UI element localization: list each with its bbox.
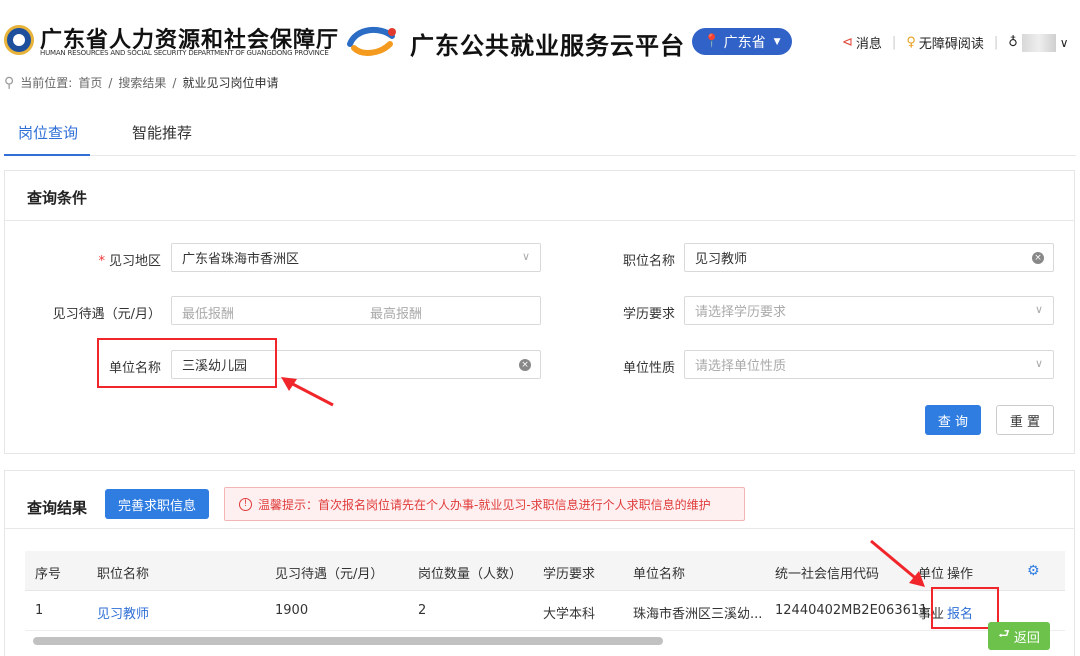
chevron-down-icon[interactable]: ∨ — [1060, 36, 1069, 50]
megaphone-icon: ⊲ — [842, 35, 853, 50]
platform-name: 广东公共就业服务云平台 — [410, 32, 685, 60]
panel-header: 查询结果 完善求职信息 ! 温馨提示：首次报名岗位请先在个人办事-就业见习-求职… — [5, 471, 1074, 529]
top-header: 广东省人力资源和社会保障厅 HUMAN RESOURCES AND SOCIAL… — [0, 0, 1080, 66]
cell-count: 2 — [418, 603, 427, 618]
info-icon: ! — [239, 497, 252, 511]
cell-position-link[interactable]: 见习教师 — [97, 603, 149, 622]
annotation-arrow — [281, 377, 334, 407]
gear-icon[interactable]: ⚙ — [1027, 563, 1040, 579]
tab-bar: 岗位查询 智能推荐 — [4, 112, 1076, 156]
accessibility-link[interactable]: 无障碍阅读 — [919, 33, 984, 52]
annotation-arrow — [870, 539, 925, 587]
column-header: 见习待遇（元/月） — [275, 567, 384, 582]
warning-tip: ! 温馨提示：首次报名岗位请先在个人办事-就业见习-求职信息进行个人求职信息的维… — [224, 487, 745, 521]
cell-index: 1 — [35, 603, 44, 618]
query-conditions-panel: 查询条件 * 见习地区 广东省珠海市香洲区 ∨ 职位名称 见习教师 × 见习待遇（… — [4, 170, 1075, 454]
breadcrumb-sep: / — [172, 75, 177, 90]
position-label: 职位名称 — [622, 254, 675, 269]
user-name-blurred[interactable] — [1021, 33, 1056, 52]
return-icon: ⮐ — [998, 627, 1010, 642]
column-header: 岗位数量（人数） — [418, 567, 523, 582]
cell-credit-code: 12440402MB2E063611 — [775, 603, 928, 618]
education-label: 学历要求 — [622, 307, 675, 322]
area-select[interactable]: 广东省珠海市香洲区 ∨ — [171, 243, 541, 272]
top-right-links: ⊲ 消息 | ♀ 无障碍阅读 | ♁ ∨ — [842, 33, 1069, 52]
clear-icon[interactable]: × — [519, 359, 531, 371]
column-header: 单位名称 — [633, 567, 686, 582]
column-header: 序号 — [35, 567, 62, 582]
breadcrumb-prefix: 当前位置: — [20, 76, 73, 90]
divider: | — [993, 35, 999, 50]
column-header: 学历要求 — [543, 567, 596, 582]
chevron-down-icon: ∨ — [1034, 303, 1043, 316]
chevron-down-icon: ∨ — [1034, 357, 1043, 370]
dept-name-en: HUMAN RESOURCES AND SOCIAL SECURITY DEPA… — [40, 49, 329, 57]
nature-placeholder: 请选择单位性质 — [695, 359, 787, 374]
tip-text: 温馨提示：首次报名岗位请先在个人办事-就业见习-求职信息进行个人求职信息的维护 — [258, 497, 711, 512]
salary-label: 见习待遇（元/月） — [52, 307, 161, 322]
column-header: 操作 — [947, 567, 974, 582]
panel-title: 查询结果 — [27, 499, 88, 517]
reset-button[interactable]: 重 置 — [996, 405, 1054, 435]
horizontal-scrollbar[interactable] — [33, 637, 663, 645]
annotation-highlight-box — [97, 338, 277, 388]
map-pin-icon: 📍 — [703, 34, 720, 49]
cloud-platform-logo[interactable] — [346, 24, 398, 58]
area-value: 广东省珠海市香洲区 — [182, 252, 300, 267]
user-icon[interactable]: ♁ — [1008, 35, 1018, 50]
clear-icon[interactable]: × — [1032, 252, 1044, 264]
caret-down-icon: ▼ — [773, 36, 781, 47]
column-header: 职位名称 — [97, 567, 150, 582]
chevron-down-icon: ∨ — [521, 250, 530, 263]
breadcrumb-item-home[interactable]: 首页 — [78, 74, 102, 91]
education-select[interactable]: 请选择学历要求 ∨ — [684, 296, 1054, 325]
nature-label: 单位性质 — [622, 361, 675, 376]
breadcrumb-item-current: 就业见习岗位申请 — [182, 76, 279, 90]
area-label: * 见习地区 — [98, 254, 161, 269]
query-results-panel: 查询结果 完善求职信息 ! 温馨提示：首次报名岗位请先在个人办事-就业见习-求职… — [4, 470, 1075, 656]
region-label: 广东省 — [723, 34, 766, 51]
breadcrumb-sep: / — [108, 75, 113, 90]
breadcrumb: ⚲ 当前位置: 首页 / 搜索结果 / 就业见习岗位申请 — [4, 74, 278, 91]
dept-emblem-icon — [4, 25, 34, 55]
cell-company: 珠海市香洲区三溪幼... — [633, 607, 763, 622]
active-tab-indicator — [4, 154, 90, 156]
column-header: 统一社会信用代码 — [775, 567, 880, 582]
complete-info-button[interactable]: 完善求职信息 — [105, 489, 209, 519]
salary-max-input[interactable]: 最高报酬 — [370, 303, 422, 322]
education-placeholder: 请选择学历要求 — [695, 305, 787, 320]
table-row: 1 见习教师 1900 2 大学本科 珠海市香洲区三溪幼... 12440402… — [25, 591, 1065, 631]
nature-select[interactable]: 请选择单位性质 ∨ — [684, 350, 1054, 379]
position-value: 见习教师 — [695, 252, 748, 267]
region-selector[interactable]: 📍 广东省 ▼ — [692, 28, 792, 55]
required-mark: * — [98, 254, 105, 269]
panel-title: 查询条件 — [27, 189, 88, 207]
position-input[interactable]: 见习教师 × — [684, 243, 1054, 272]
cell-salary: 1900 — [275, 603, 309, 618]
cell-education: 大学本科 — [543, 607, 596, 622]
tab-position-search[interactable]: 岗位查询 — [18, 122, 78, 143]
messages-link[interactable]: 消息 — [856, 33, 882, 52]
breadcrumb-item-search[interactable]: 搜索结果 — [118, 74, 166, 91]
salary-range-input[interactable]: 最低报酬 最高报酬 — [171, 296, 541, 325]
divider: | — [891, 35, 897, 50]
location-icon: ⚲ — [4, 74, 15, 91]
back-label: 返回 — [1013, 630, 1040, 646]
search-button[interactable]: 查 询 — [925, 405, 981, 435]
salary-min-input[interactable]: 最低报酬 — [182, 303, 234, 322]
bulb-icon: ♀ — [906, 35, 916, 50]
tab-smart-recommend[interactable]: 智能推荐 — [132, 122, 192, 143]
back-button[interactable]: ⮐ 返回 — [988, 622, 1050, 650]
panel-header: 查询条件 — [5, 171, 1074, 221]
